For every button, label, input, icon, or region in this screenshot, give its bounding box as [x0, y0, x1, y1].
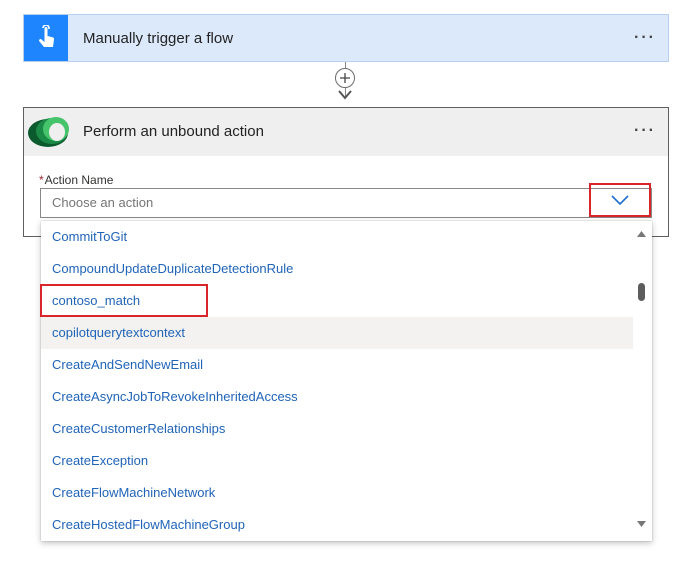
- trigger-title: Manually trigger a flow: [83, 30, 234, 47]
- scroll-down-icon[interactable]: [637, 521, 646, 527]
- dropdown-option[interactable]: CompoundUpdateDuplicateDetectionRule: [41, 253, 633, 285]
- action-title: Perform an unbound action: [83, 123, 264, 140]
- dropdown-option[interactable]: CreateCustomerRelationships: [41, 413, 633, 445]
- arrow-down-icon: [338, 90, 352, 100]
- required-marker: *: [39, 173, 44, 187]
- dropdown-option[interactable]: CreateException: [41, 445, 633, 477]
- dropdown-option[interactable]: CommitToGit: [41, 221, 633, 253]
- plus-icon[interactable]: [335, 68, 355, 88]
- dropdown-option[interactable]: CreateHostedFlowMachineGroup: [41, 509, 633, 541]
- action-name-label-text: Action Name: [44, 173, 114, 187]
- scrollbar-thumb[interactable]: [638, 283, 645, 301]
- action-more-button[interactable]: ···: [634, 108, 656, 154]
- action-dropdown-list[interactable]: CommitToGit CompoundUpdateDuplicateDetec…: [41, 221, 652, 541]
- touch-hand-icon: [24, 15, 68, 61]
- trigger-card[interactable]: Manually trigger a flow ···: [23, 14, 669, 62]
- dataverse-logo: [28, 117, 69, 147]
- dropdown-option[interactable]: CreateFlowMachineNetwork: [41, 477, 633, 509]
- trigger-more-button[interactable]: ···: [634, 15, 656, 61]
- action-card[interactable]: Perform an unbound action ··· *Action Na…: [23, 107, 669, 237]
- action-name-select[interactable]: Choose an action: [40, 188, 652, 218]
- action-name-placeholder: Choose an action: [52, 195, 154, 210]
- dropdown-option-hovered[interactable]: copilotquerytextcontext: [41, 317, 633, 349]
- action-header[interactable]: Perform an unbound action ···: [24, 108, 668, 156]
- action-name-label: *Action Name: [39, 173, 113, 187]
- dropdown-option[interactable]: CreateAsyncJobToRevokeInheritedAccess: [41, 381, 633, 413]
- dropdown-option[interactable]: CreateAndSendNewEmail: [41, 349, 633, 381]
- expand-dropdown-button[interactable]: [589, 183, 651, 217]
- scroll-up-icon[interactable]: [637, 231, 646, 237]
- highlight-box-contoso-match: [40, 284, 208, 317]
- chevron-down-icon: [611, 195, 629, 205]
